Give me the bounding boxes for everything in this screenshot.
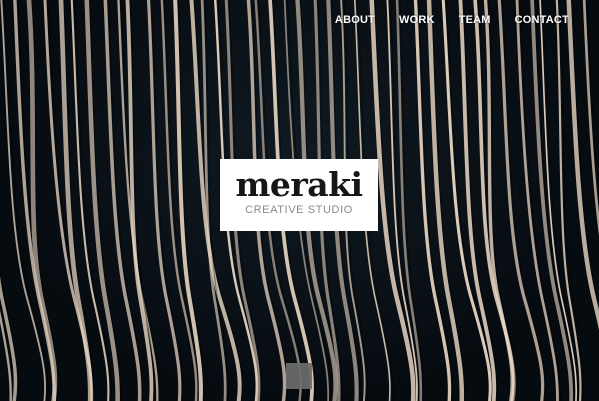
nav-link-contact[interactable]: CONTACT [515, 14, 569, 26]
hero-banner: ABOUT WORK TEAM CONTACT meraki CREATIVE … [0, 0, 599, 401]
logo-tagline: CREATIVE STUDIO [245, 204, 353, 216]
brand-logo: meraki CREATIVE STUDIO [220, 159, 378, 231]
nav-link-about[interactable]: ABOUT [335, 14, 375, 26]
main-navigation: ABOUT WORK TEAM CONTACT [311, 14, 569, 26]
slide-indicator-button[interactable] [286, 363, 312, 389]
logo-wordmark: meraki [235, 165, 363, 204]
nav-link-team[interactable]: TEAM [459, 14, 491, 26]
nav-link-work[interactable]: WORK [399, 14, 435, 26]
